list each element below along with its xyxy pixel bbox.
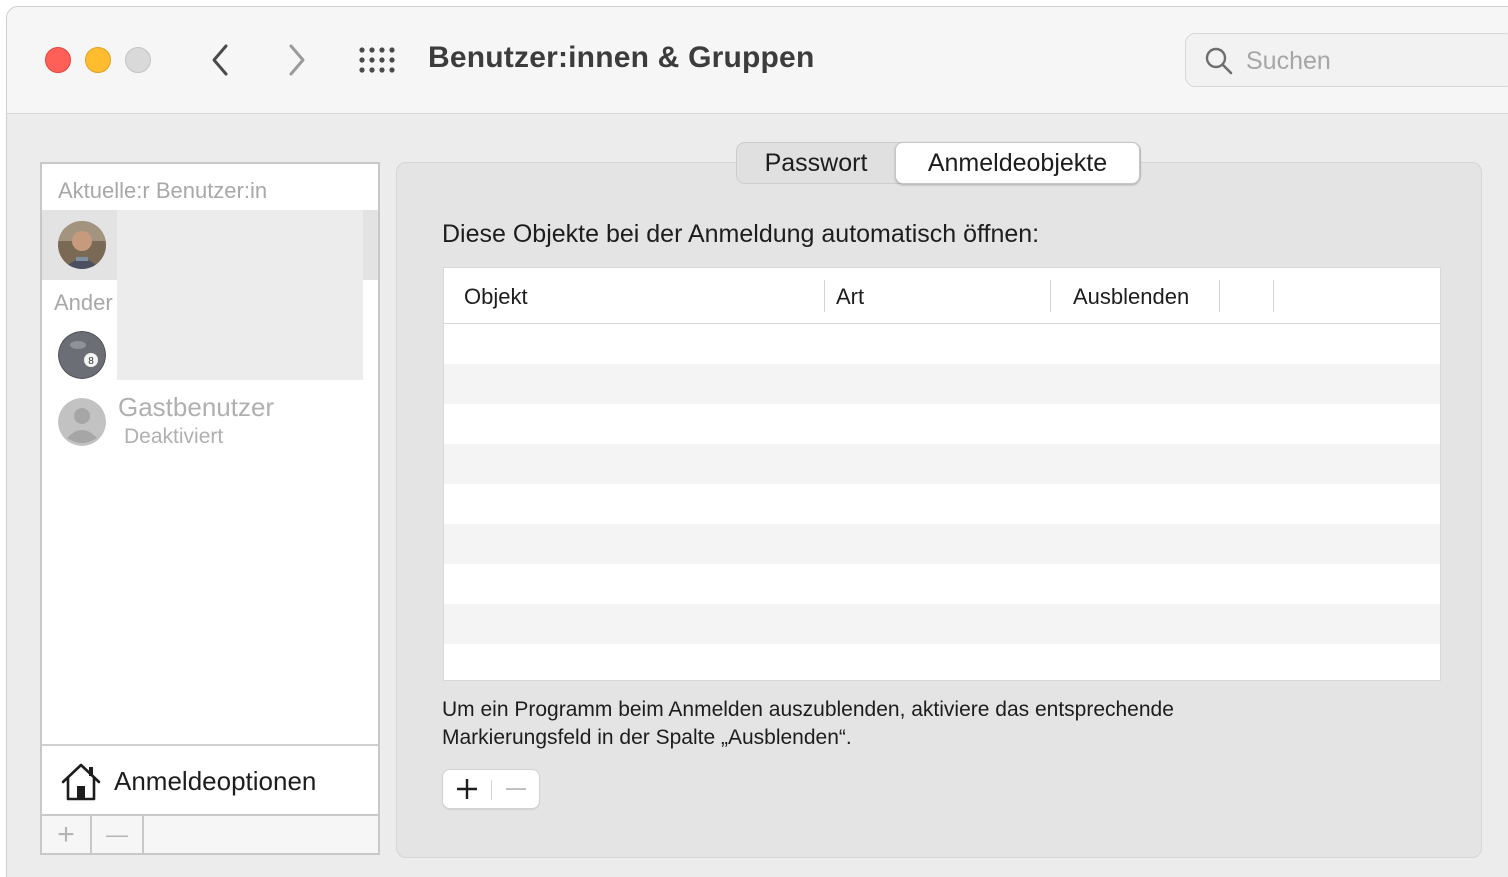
table-row	[444, 604, 1440, 644]
sidebar-footer: + —	[42, 814, 378, 853]
search-icon	[1205, 47, 1233, 75]
remove-login-item-button[interactable]	[492, 770, 540, 808]
current-user-section-label: Aktuelle:r Benutzer:in	[58, 178, 268, 203]
plus-icon	[457, 779, 477, 799]
tab-login-items[interactable]: Anmeldeobjekte	[895, 142, 1140, 184]
plus-icon: +	[57, 817, 75, 851]
login-options-row[interactable]: Anmeldeoptionen	[42, 744, 378, 814]
tab-control: Passwort Anmeldeobjekte	[736, 142, 1141, 184]
table-row	[444, 364, 1440, 404]
back-button[interactable]	[204, 41, 238, 79]
column-header-type[interactable]: Art	[836, 284, 864, 310]
add-login-item-button[interactable]	[443, 770, 491, 808]
add-user-button[interactable]: +	[42, 816, 92, 853]
help-text: Um ein Programm beim Anmelden auszublend…	[442, 696, 1342, 752]
login-items-table[interactable]: Objekt Art Ausblenden	[443, 267, 1441, 681]
login-options-label: Anmeldeoptionen	[114, 766, 317, 796]
table-row	[444, 324, 1440, 364]
zoom-window-button[interactable]	[125, 47, 151, 73]
eight-ball-icon: 8	[58, 331, 106, 379]
guest-user-name: Gastbenutzer	[118, 392, 275, 422]
user-photo-icon	[58, 221, 106, 269]
guest-avatar[interactable]	[58, 398, 106, 446]
house-icon	[61, 763, 101, 801]
title-bar: Benutzer:innen & Gruppen	[7, 7, 1508, 114]
user-avatar	[58, 221, 106, 269]
search-field[interactable]	[1185, 33, 1508, 87]
admin-user-avatar[interactable]: 8	[58, 331, 106, 379]
help-text-line-1: Um ein Programm beim Anmelden auszublend…	[442, 698, 1174, 721]
person-silhouette-icon	[58, 398, 106, 446]
column-divider	[1050, 280, 1051, 312]
forward-button[interactable]	[279, 41, 313, 79]
show-all-button[interactable]	[359, 47, 397, 75]
minus-icon: —	[106, 821, 128, 847]
chevron-left-icon	[212, 44, 228, 76]
user-list-sidebar: Aktuelle:r Benutzer:in Ander 8 Gastbenut…	[40, 162, 380, 855]
table-row	[444, 644, 1440, 680]
window-title: Benutzer:innen & Gruppen	[428, 41, 815, 74]
search-input[interactable]	[1244, 42, 1498, 80]
login-items-heading: Diese Objekte bei der Anmeldung automati…	[442, 220, 1040, 248]
minus-icon	[506, 788, 526, 790]
table-row	[444, 404, 1440, 444]
column-divider	[1273, 280, 1274, 312]
column-header-hide[interactable]: Ausblenden	[1073, 284, 1189, 310]
table-header: Objekt Art Ausblenden	[444, 268, 1440, 324]
other-users-section-label: Ander	[54, 290, 113, 315]
table-row	[444, 484, 1440, 524]
tab-password[interactable]: Passwort	[737, 143, 895, 183]
column-header-object[interactable]: Objekt	[464, 284, 528, 310]
table-row	[444, 564, 1440, 604]
chevron-right-icon	[289, 44, 305, 76]
table-row	[444, 524, 1440, 564]
help-text-line-2: Markierungsfeld in der Spalte „Ausblende…	[442, 726, 852, 749]
grid-icon	[359, 47, 395, 73]
redacted-user-details	[117, 210, 363, 380]
guest-user-status: Deaktiviert	[124, 425, 224, 448]
add-remove-control	[442, 769, 540, 809]
column-divider	[1219, 280, 1220, 312]
minimize-window-button[interactable]	[85, 47, 111, 73]
column-divider	[824, 280, 825, 312]
table-row	[444, 444, 1440, 484]
remove-user-button[interactable]: —	[92, 816, 144, 853]
svg-text:8: 8	[88, 356, 94, 367]
close-window-button[interactable]	[45, 47, 71, 73]
